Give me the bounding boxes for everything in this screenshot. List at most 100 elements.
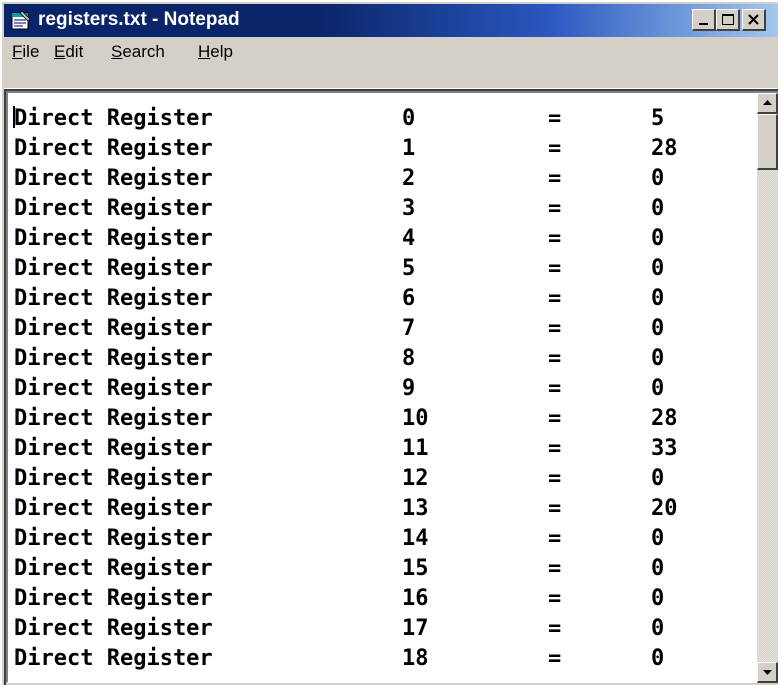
equals-sign: = [548, 316, 562, 341]
scroll-up-button[interactable] [757, 93, 778, 114]
register-value: 0 [651, 586, 665, 611]
text-caret [13, 106, 15, 128]
text-line[interactable]: Direct Register 10 = 28 [14, 404, 744, 434]
register-name: Direct Register [14, 106, 213, 131]
menu-file[interactable]: File [12, 42, 39, 62]
register-name: Direct Register [14, 526, 213, 551]
text-line[interactable]: Direct Register 18 = 0 [14, 644, 744, 674]
equals-sign: = [548, 166, 562, 191]
equals-sign: = [548, 496, 562, 521]
register-value: 0 [651, 376, 665, 401]
register-value: 20 [651, 496, 678, 521]
register-name: Direct Register [14, 376, 213, 401]
equals-sign: = [548, 286, 562, 311]
register-value: 28 [651, 406, 678, 431]
equals-sign: = [548, 406, 562, 431]
text-line[interactable]: Direct Register 4 = 0 [14, 224, 744, 254]
text-line[interactable]: Direct Register 2 = 0 [14, 164, 744, 194]
minimize-icon [699, 23, 708, 25]
text-line[interactable]: Direct Register 11 = 33 [14, 434, 744, 464]
close-button[interactable] [742, 9, 766, 31]
register-name: Direct Register [14, 226, 213, 251]
register-name: Direct Register [14, 466, 213, 491]
register-index: 18 [402, 646, 429, 671]
text-line[interactable]: Direct Register 9 = 0 [14, 374, 744, 404]
notepad-icon[interactable] [10, 9, 32, 31]
maximize-button[interactable] [716, 9, 740, 31]
register-index: 15 [402, 556, 429, 581]
window-title: registers.txt - Notepad [38, 9, 240, 30]
register-index: 0 [402, 106, 416, 131]
title-bar[interactable]: registers.txt - Notepad [4, 4, 778, 37]
register-name: Direct Register [14, 586, 213, 611]
text-line[interactable]: Direct Register 6 = 0 [14, 284, 744, 314]
register-value: 0 [651, 286, 665, 311]
register-name: Direct Register [14, 166, 213, 191]
equals-sign: = [548, 136, 562, 161]
register-index: 7 [402, 316, 416, 341]
register-name: Direct Register [14, 286, 213, 311]
register-index: 8 [402, 346, 416, 371]
text-line[interactable]: Direct Register 1 = 28 [14, 134, 744, 164]
equals-sign: = [548, 526, 562, 551]
menu-edit[interactable]: Edit [54, 42, 83, 62]
text-line[interactable]: Direct Register 3 = 0 [14, 194, 744, 224]
register-index: 1 [402, 136, 416, 161]
scrollbar-thumb[interactable] [757, 114, 778, 170]
arrow-up-icon [763, 100, 772, 105]
register-value: 0 [651, 346, 665, 371]
vertical-scrollbar[interactable] [757, 93, 778, 683]
register-value: 0 [651, 646, 665, 671]
register-index: 6 [402, 286, 416, 311]
register-index: 10 [402, 406, 429, 431]
register-value: 28 [651, 136, 678, 161]
register-index: 5 [402, 256, 416, 281]
register-name: Direct Register [14, 196, 213, 221]
register-index: 9 [402, 376, 416, 401]
register-value: 0 [651, 256, 665, 281]
text-line[interactable]: Direct Register 7 = 0 [14, 314, 744, 344]
text-line[interactable]: Direct Register 13 = 20 [14, 494, 744, 524]
menu-help[interactable]: Help [198, 42, 233, 62]
text-line[interactable]: Direct Register 14 = 0 [14, 524, 744, 554]
register-value: 0 [651, 166, 665, 191]
text-line[interactable]: Direct Register 16 = 0 [14, 584, 744, 614]
register-name: Direct Register [14, 316, 213, 341]
equals-sign: = [548, 346, 562, 371]
register-index: 3 [402, 196, 416, 221]
register-index: 17 [402, 616, 429, 641]
text-line[interactable]: Direct Register 15 = 0 [14, 554, 744, 584]
register-index: 11 [402, 436, 429, 461]
menu-search[interactable]: Search [111, 42, 165, 62]
register-index: 2 [402, 166, 416, 191]
menu-bar: File Edit Search Help [4, 37, 778, 66]
register-value: 0 [651, 556, 665, 581]
register-index: 4 [402, 226, 416, 251]
text-line[interactable]: Direct Register 0 = 5 [14, 104, 744, 134]
equals-sign: = [548, 646, 562, 671]
register-value: 0 [651, 316, 665, 341]
text-line[interactable]: Direct Register 5 = 0 [14, 254, 744, 284]
equals-sign: = [548, 196, 562, 221]
equals-sign: = [548, 436, 562, 461]
register-value: 0 [651, 616, 665, 641]
register-name: Direct Register [14, 436, 213, 461]
equals-sign: = [548, 466, 562, 491]
register-name: Direct Register [14, 406, 213, 431]
equals-sign: = [548, 256, 562, 281]
equals-sign: = [548, 376, 562, 401]
scroll-down-button[interactable] [757, 662, 778, 683]
equals-sign: = [548, 586, 562, 611]
register-value: 0 [651, 526, 665, 551]
text-line[interactable]: Direct Register 8 = 0 [14, 344, 744, 374]
register-name: Direct Register [14, 556, 213, 581]
arrow-down-icon [763, 670, 772, 675]
text-line[interactable]: Direct Register 17 = 0 [14, 614, 744, 644]
register-value: 0 [651, 196, 665, 221]
equals-sign: = [548, 556, 562, 581]
register-index: 13 [402, 496, 429, 521]
register-name: Direct Register [14, 136, 213, 161]
minimize-button[interactable] [692, 9, 716, 31]
register-value: 5 [651, 106, 665, 131]
text-line[interactable]: Direct Register 12 = 0 [14, 464, 744, 494]
